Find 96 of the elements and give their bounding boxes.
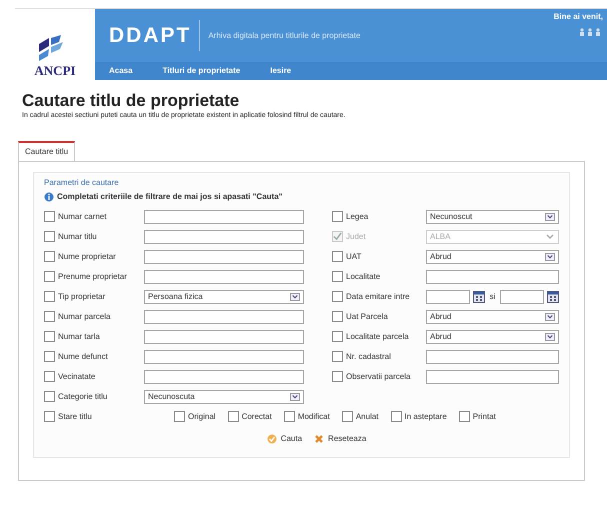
page-title: Cautare titlu de proprietate <box>22 90 240 112</box>
input-field[interactable] <box>426 350 559 364</box>
tab[interactable]: Cautare titlu <box>18 140 76 161</box>
logo-text: ANCPI <box>34 64 76 77</box>
input-field[interactable] <box>144 270 304 284</box>
checkbox[interactable] <box>332 271 343 282</box>
checkbox[interactable] <box>228 411 239 422</box>
chevron-icon <box>290 392 300 401</box>
checkbox[interactable] <box>44 351 55 362</box>
field-label: Localitate <box>346 270 380 283</box>
input-field[interactable] <box>144 350 304 364</box>
field-label: Numar titlu <box>58 230 97 243</box>
dropdown[interactable]: Abrud <box>426 250 559 264</box>
checkbox[interactable] <box>332 211 343 222</box>
option-label: Modificat <box>298 410 330 423</box>
field-label: Numar tarla <box>58 330 100 343</box>
checkbox[interactable] <box>284 411 295 422</box>
dropdown[interactable]: Abrud <box>426 310 559 324</box>
input-field[interactable] <box>144 230 304 244</box>
field-label: Numar parcela <box>58 310 110 323</box>
field-label: Uat Parcela <box>346 310 388 323</box>
option-label: Original <box>188 410 216 423</box>
dropdown[interactable]: Abrud <box>426 330 559 344</box>
checkbox[interactable] <box>332 351 343 362</box>
checkbox[interactable] <box>332 311 343 322</box>
info-icon <box>44 192 54 202</box>
app-tagline: Arhiva digitala pentru titlurile de proprietate <box>207 30 360 42</box>
reset-button[interactable]: Reseteaza <box>314 432 366 445</box>
dropdown[interactable]: Persoana fizica <box>144 290 304 304</box>
field-label: Observatii parcela <box>346 370 410 383</box>
input-field[interactable] <box>144 330 304 344</box>
field-label: Judet <box>346 230 366 243</box>
chevron-icon <box>545 252 555 261</box>
nav-link[interactable]: Iesire <box>270 65 292 78</box>
input-field[interactable] <box>144 210 304 224</box>
search-button[interactable]: Cauta <box>266 432 302 445</box>
field-label: Vecinatate <box>58 370 96 383</box>
chevron-icon <box>545 332 555 341</box>
app-name: DDAPT <box>109 20 200 52</box>
checkbox[interactable] <box>332 291 343 302</box>
checkbox[interactable] <box>44 211 55 222</box>
field-label: Nr. cadastral <box>346 350 391 363</box>
input-field[interactable] <box>426 370 559 384</box>
field-label: Nume proprietar <box>58 250 116 263</box>
cross-icon <box>314 434 324 444</box>
option-label: Anulat <box>356 410 379 423</box>
input-field[interactable] <box>144 250 304 264</box>
field-label: Tip proprietar <box>58 290 106 303</box>
chevron-icon <box>545 232 555 241</box>
input-field[interactable] <box>426 270 559 284</box>
field-label: Prenume proprietar <box>58 270 127 283</box>
checkbox[interactable] <box>44 271 55 282</box>
checkbox[interactable] <box>332 331 343 342</box>
field-label: UAT <box>346 250 362 263</box>
checkbox[interactable] <box>44 311 55 322</box>
checkbox[interactable] <box>44 251 55 262</box>
checkbox[interactable] <box>44 371 55 382</box>
dropdown[interactable]: Necunoscut <box>426 210 559 224</box>
nav-link[interactable]: Acasa <box>109 65 133 78</box>
option-label: Corectat <box>242 410 272 423</box>
checkbox[interactable] <box>44 411 55 422</box>
fieldset-legend: Parametri de cautare <box>44 176 559 189</box>
checkbox[interactable] <box>174 411 185 422</box>
input-field[interactable] <box>144 310 304 324</box>
chevron-icon <box>290 292 300 301</box>
chevron-icon <box>545 212 555 221</box>
hint-text: Completati criteriile de filtrare de mai jos si apasati "Cauta" <box>57 190 282 203</box>
input-field[interactable] <box>144 370 304 384</box>
field-label: Categorie titlu <box>58 390 108 403</box>
checkbox[interactable] <box>458 411 470 422</box>
greeting: Bine ai venit, <box>554 11 603 23</box>
nav-link[interactable]: Titluri de proprietate <box>162 65 240 78</box>
field-label: Numar carnet <box>58 210 106 223</box>
date-field[interactable] <box>500 290 544 304</box>
users-icon[interactable] <box>579 28 603 36</box>
checkbox[interactable] <box>390 411 402 422</box>
field-label: Localitate parcela <box>346 330 409 343</box>
checkbox[interactable] <box>44 391 55 402</box>
range-separator: si <box>488 290 496 303</box>
option-label: Printat <box>472 410 496 423</box>
checkbox[interactable] <box>332 371 343 382</box>
checkbox[interactable] <box>332 251 343 262</box>
field-label: Nume defunct <box>58 350 108 363</box>
checkbox[interactable] <box>44 291 55 302</box>
dropdown[interactable]: Necunoscuta <box>144 390 304 404</box>
field-label: Stare titlu <box>58 410 92 423</box>
checkbox[interactable] <box>44 331 55 342</box>
calendar-icon[interactable] <box>547 290 559 303</box>
field-label: Data emitare intre <box>346 290 410 303</box>
field-label: Legea <box>346 210 368 223</box>
option-label: In asteptare <box>404 410 447 423</box>
calendar-icon[interactable] <box>472 290 485 303</box>
chevron-icon <box>545 312 555 321</box>
checkbox[interactable] <box>342 411 353 422</box>
date-field[interactable] <box>426 290 470 304</box>
checkbox[interactable] <box>44 231 55 242</box>
